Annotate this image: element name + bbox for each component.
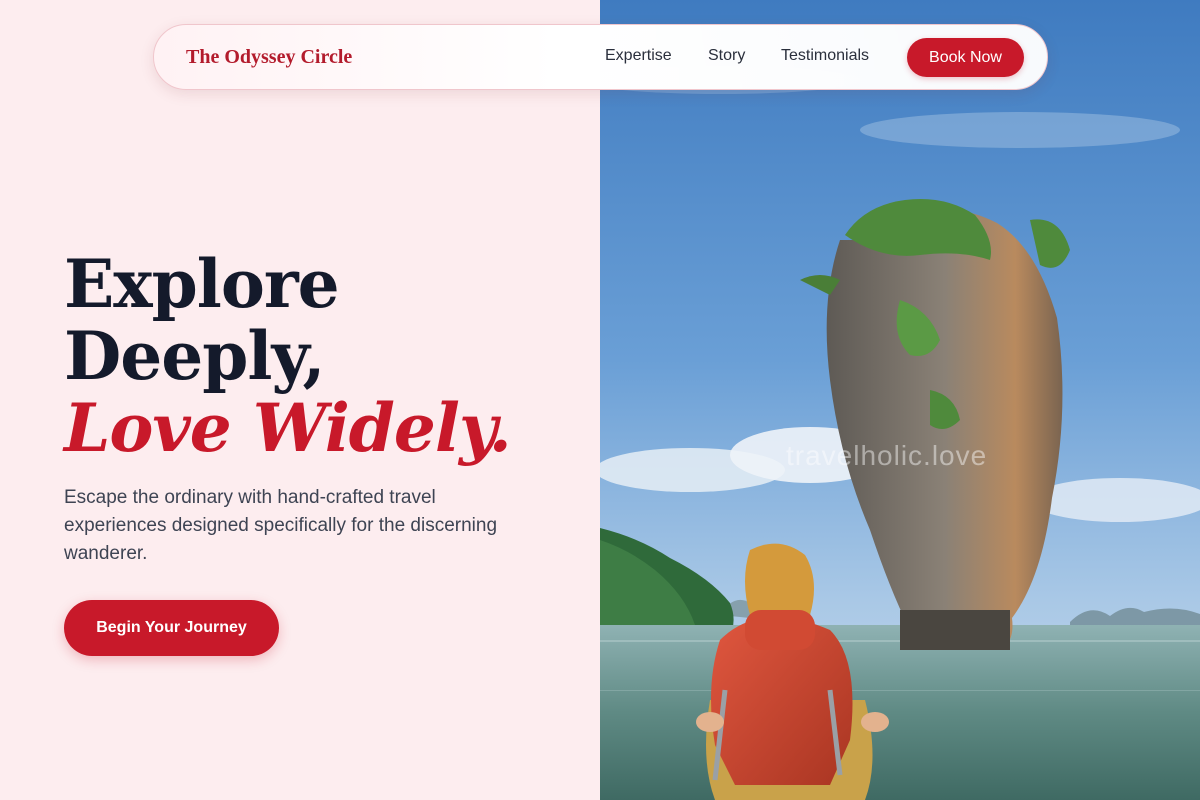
hero-image	[600, 0, 1200, 800]
headline-accent: Love Widely.	[64, 389, 512, 467]
nav-link-story[interactable]: Story	[708, 47, 745, 65]
brand-logo[interactable]: The Odyssey Circle	[186, 46, 352, 69]
hero-subtext: Escape the ordinary with hand-crafted tr…	[64, 487, 498, 564]
hero-headline: Explore Deeply, Love Widely.	[64, 245, 512, 467]
nav-link-testimonials[interactable]: Testimonials	[781, 47, 869, 65]
image-watermark: travelholic.love	[786, 440, 988, 471]
nav-link-expertise[interactable]: Expertise	[605, 47, 672, 65]
headline-line-1: Explore	[64, 245, 340, 323]
begin-journey-button[interactable]: Begin Your Journey	[64, 600, 279, 656]
navbar: The Odyssey Circle Expertise Story Testi…	[153, 24, 1048, 90]
headline-line-2: Deeply,	[64, 317, 325, 395]
book-now-button[interactable]: Book Now	[907, 38, 1024, 77]
